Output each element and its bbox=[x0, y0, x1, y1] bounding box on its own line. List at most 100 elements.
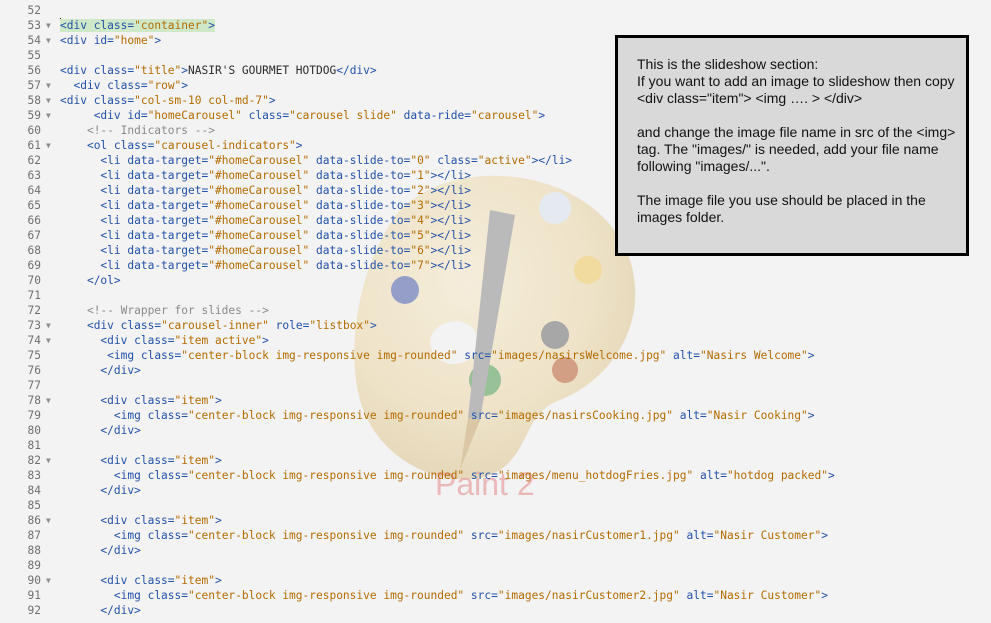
fold-toggle-icon[interactable]: ▼ bbox=[46, 138, 56, 153]
code-line[interactable]: 75 <img class="center-block img-responsi… bbox=[0, 348, 991, 363]
code-text[interactable]: <div id="home"> bbox=[60, 33, 161, 48]
line-number: 73 bbox=[27, 319, 41, 332]
code-line[interactable]: 92 </div> bbox=[0, 603, 991, 618]
code-line[interactable]: 87 <img class="center-block img-responsi… bbox=[0, 528, 991, 543]
line-number: 86 bbox=[27, 514, 41, 527]
line-number: 54 bbox=[27, 34, 41, 47]
code-line[interactable]: 53 ▼ <div class="container"> bbox=[0, 18, 991, 33]
line-number: 59 bbox=[27, 109, 41, 122]
line-number: 88 bbox=[27, 544, 41, 557]
code-line[interactable]: 69 <li data-target="#homeCarousel" data-… bbox=[0, 258, 991, 273]
code-line[interactable]: 84 </div> bbox=[0, 483, 991, 498]
line-number: 87 bbox=[27, 529, 41, 542]
line-number: 92 bbox=[27, 604, 41, 617]
code-text[interactable]: <div class="title">NASIR'S GOURMET HOTDO… bbox=[60, 63, 377, 78]
code-text[interactable]: <div class="item"> bbox=[60, 573, 221, 588]
line-number: 64 bbox=[27, 184, 41, 197]
code-line[interactable]: 77 bbox=[0, 378, 991, 393]
code-text[interactable]: <li data-target="#homeCarousel" data-sli… bbox=[60, 168, 471, 183]
code-line[interactable]: 78 ▼ <div class="item"> bbox=[0, 393, 991, 408]
code-line[interactable]: 86 ▼ <div class="item"> bbox=[0, 513, 991, 528]
line-number: 70 bbox=[27, 274, 41, 287]
code-line[interactable]: 80 </div> bbox=[0, 423, 991, 438]
code-text[interactable]: <img class="center-block img-responsive … bbox=[60, 348, 814, 363]
line-number: 77 bbox=[27, 379, 41, 392]
code-line[interactable]: 90 ▼ <div class="item"> bbox=[0, 573, 991, 588]
line-number: 62 bbox=[27, 154, 41, 167]
note-folder-instruction: The image file you use should be placed … bbox=[637, 192, 926, 225]
code-line[interactable]: 82 ▼ <div class="item"> bbox=[0, 453, 991, 468]
code-text[interactable]: </div> bbox=[60, 363, 140, 378]
code-text[interactable]: <div class="item active"> bbox=[60, 333, 268, 348]
code-text[interactable]: <img class="center-block img-responsive … bbox=[60, 588, 828, 603]
line-number: 53 bbox=[27, 19, 41, 32]
code-text[interactable]: </div> bbox=[60, 483, 140, 498]
code-line[interactable]: 79 <img class="center-block img-responsi… bbox=[0, 408, 991, 423]
line-number: 76 bbox=[27, 364, 41, 377]
code-text[interactable]: <div class="carousel-inner" role="listbo… bbox=[60, 318, 377, 333]
code-line[interactable]: 91 <img class="center-block img-responsi… bbox=[0, 588, 991, 603]
fold-toggle-icon[interactable]: ▼ bbox=[46, 78, 56, 93]
line-number: 83 bbox=[27, 469, 41, 482]
code-text[interactable]: <img class="center-block img-responsive … bbox=[60, 408, 815, 423]
code-text[interactable]: <ol class="carousel-indicators"> bbox=[60, 138, 303, 153]
code-text[interactable]: <li data-target="#homeCarousel" data-sli… bbox=[60, 183, 471, 198]
code-text[interactable]: <div class="col-sm-10 col-md-7"> bbox=[60, 93, 276, 108]
code-text[interactable]: <!-- Wrapper for slides --> bbox=[60, 303, 269, 318]
code-line[interactable]: 89 bbox=[0, 558, 991, 573]
note-filename-instruction: and change the image file name in src of… bbox=[637, 124, 956, 174]
code-line[interactable]: 73 ▼ <div class="carousel-inner" role="li… bbox=[0, 318, 991, 333]
slideshow-help-note: This is the slideshow section: If you wa… bbox=[615, 35, 969, 256]
code-line[interactable]: 72 <!-- Wrapper for slides --> bbox=[0, 303, 991, 318]
code-text[interactable]: </div> bbox=[60, 543, 140, 558]
code-text[interactable]: <li data-target="#homeCarousel" data-sli… bbox=[60, 198, 471, 213]
code-line[interactable]: 83 <img class="center-block img-responsi… bbox=[0, 468, 991, 483]
fold-toggle-icon[interactable]: ▼ bbox=[46, 93, 56, 108]
line-number: 57 bbox=[27, 79, 41, 92]
code-text[interactable]: <li data-target="#homeCarousel" data-sli… bbox=[60, 243, 471, 258]
code-text[interactable]: <img class="center-block img-responsive … bbox=[60, 468, 835, 483]
line-number: 61 bbox=[27, 139, 41, 152]
fold-toggle-icon[interactable]: ▼ bbox=[46, 513, 56, 528]
code-text[interactable]: <li data-target="#homeCarousel" data-sli… bbox=[60, 153, 572, 168]
code-text[interactable]: </div> bbox=[60, 423, 140, 438]
line-number: 56 bbox=[27, 64, 41, 77]
code-text[interactable]: <div class="item"> bbox=[60, 513, 221, 528]
line-number: 72 bbox=[27, 304, 41, 317]
code-text[interactable]: <li data-target="#homeCarousel" data-sli… bbox=[60, 213, 471, 228]
code-line[interactable]: 88 </div> bbox=[0, 543, 991, 558]
code-text[interactable]: <div id="homeCarousel" class="carousel s… bbox=[60, 108, 545, 123]
code-line[interactable]: 76 </div> bbox=[0, 363, 991, 378]
fold-toggle-icon[interactable]: ▼ bbox=[46, 108, 56, 123]
code-text[interactable]: <!-- Indicators --> bbox=[60, 123, 215, 138]
code-text[interactable]: <div class="item"> bbox=[60, 453, 221, 468]
line-number: 71 bbox=[27, 289, 41, 302]
code-text[interactable]: <div class="item"> bbox=[60, 393, 221, 408]
line-number: 67 bbox=[27, 229, 41, 242]
line-number: 79 bbox=[27, 409, 41, 422]
line-number: 90 bbox=[27, 574, 41, 587]
code-text[interactable]: </ol> bbox=[60, 273, 121, 288]
fold-toggle-icon[interactable]: ▼ bbox=[46, 33, 56, 48]
fold-toggle-icon[interactable]: ▼ bbox=[46, 393, 56, 408]
fold-toggle-icon[interactable]: ▼ bbox=[46, 453, 56, 468]
code-line[interactable]: 85 bbox=[0, 498, 991, 513]
code-line[interactable]: 70 </ol> bbox=[0, 273, 991, 288]
code-line[interactable]: 71 bbox=[0, 288, 991, 303]
fold-toggle-icon[interactable]: ▼ bbox=[46, 318, 56, 333]
code-text[interactable]: <div class="container"> bbox=[60, 18, 215, 33]
line-number: 84 bbox=[27, 484, 41, 497]
line-number: 60 bbox=[27, 124, 41, 137]
fold-toggle-icon[interactable]: ▼ bbox=[46, 573, 56, 588]
code-text[interactable]: </div> bbox=[60, 603, 140, 618]
fold-toggle-icon[interactable]: ▼ bbox=[46, 333, 56, 348]
code-text[interactable]: <li data-target="#homeCarousel" data-sli… bbox=[60, 258, 471, 273]
line-number: 80 bbox=[27, 424, 41, 437]
code-line[interactable]: 81 bbox=[0, 438, 991, 453]
code-text[interactable]: <div class="row"> bbox=[60, 78, 188, 93]
fold-toggle-icon[interactable]: ▼ bbox=[46, 18, 56, 33]
code-line[interactable]: 52 bbox=[0, 3, 991, 18]
code-text[interactable]: <li data-target="#homeCarousel" data-sli… bbox=[60, 228, 471, 243]
code-text[interactable]: <img class="center-block img-responsive … bbox=[60, 528, 828, 543]
code-line[interactable]: 74 ▼ <div class="item active"> bbox=[0, 333, 991, 348]
